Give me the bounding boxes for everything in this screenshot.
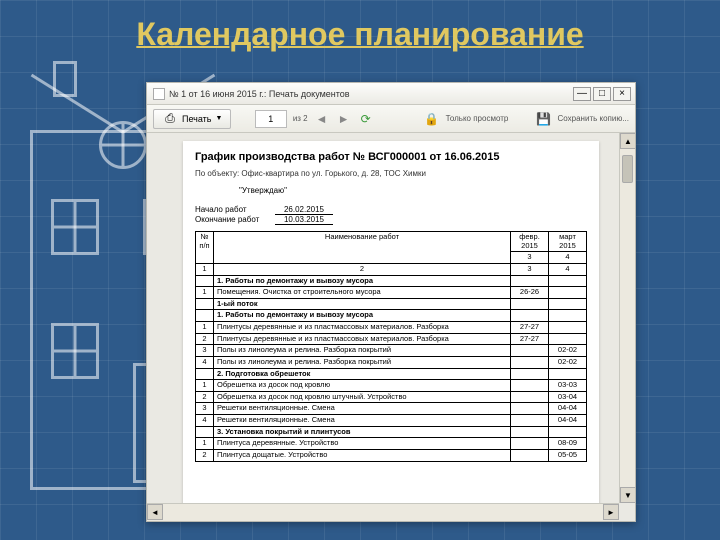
save-as-label[interactable]: Сохранить копию... <box>558 114 629 123</box>
print-button[interactable]: ⎙ Печать ▼ <box>153 109 231 129</box>
readonly-icon: 🔒 <box>424 111 440 127</box>
table-row: 1-ый поток <box>196 298 587 310</box>
table-row: 1Обрешетка из досок под кровлю03-03 <box>196 380 587 392</box>
horizontal-scrollbar[interactable]: ◄ ► <box>147 503 619 521</box>
prev-page-icon[interactable]: ◄ <box>314 111 330 127</box>
printer-icon: ⎙ <box>162 111 178 127</box>
schedule-table: № п/п Наименование работ февр. 2015 март… <box>195 231 587 462</box>
table-row: 4Полы из линолеума и релина. Разборка по… <box>196 356 587 368</box>
object-line: По объекту: Офис-квартира по ул. Горьког… <box>195 169 587 178</box>
col-sub3: 3 <box>511 252 549 264</box>
table-row: 1Плинтусы деревянные и из пластмассовых … <box>196 322 587 334</box>
table-row: 1. Работы по демонтажу и вывозу мусора <box>196 310 587 322</box>
scroll-right-icon[interactable]: ► <box>603 504 619 520</box>
app-icon <box>153 88 165 100</box>
col-month2: март 2015 <box>549 232 587 252</box>
table-row: 1. Работы по демонтажу и вывозу мусора <box>196 275 587 287</box>
table-row: 3Решетки вентиляционные. Смена04-04 <box>196 403 587 415</box>
hdr-2: 2 <box>214 263 511 275</box>
refresh-icon[interactable]: ⟳ <box>358 111 374 127</box>
table-row: 3Полы из линолеума и релина. Разборка по… <box>196 345 587 357</box>
print-preview-window: № 1 от 16 июня 2015 г.: Печать документо… <box>146 82 636 522</box>
table-row: 3. Установка покрытий и плинтусов <box>196 426 587 438</box>
start-label: Начало работ <box>195 205 275 215</box>
approve-stamp: "Утверждаю" <box>239 186 587 195</box>
slide-title: Календарное планирование <box>0 16 720 53</box>
titlebar[interactable]: № 1 от 16 июня 2015 г.: Печать документо… <box>147 83 635 105</box>
window-title: № 1 от 16 июня 2015 г.: Печать документо… <box>169 89 571 99</box>
scroll-left-icon[interactable]: ◄ <box>147 504 163 520</box>
col-month1: февр. 2015 <box>511 232 549 252</box>
maximize-button[interactable]: □ <box>593 87 611 101</box>
hdr-1: 1 <box>196 263 214 275</box>
next-page-icon[interactable]: ► <box>336 111 352 127</box>
end-date: 10.03.2015 <box>275 215 333 225</box>
toolbar: ⎙ Печать ▼ из 2 ◄ ► ⟳ 🔒 Только просмотр … <box>147 105 635 133</box>
table-row: 4Решетки вентиляционные. Смена04-04 <box>196 415 587 427</box>
col-name: Наименование работ <box>214 232 511 264</box>
chevron-down-icon: ▼ <box>215 115 222 122</box>
hdr-4: 4 <box>549 263 587 275</box>
hdr-3: 3 <box>511 263 549 275</box>
table-row: 2Плинтуса дощатые. Устройство05-05 <box>196 449 587 461</box>
document-page: График производства работ № ВСГ000001 от… <box>183 141 599 521</box>
vertical-scrollbar[interactable]: ▲ ▼ <box>619 133 635 503</box>
page-count-label: из 2 <box>293 114 308 123</box>
save-icon[interactable]: 💾 <box>536 111 552 127</box>
table-row: 2Обрешетка из досок под кровлю штучный. … <box>196 391 587 403</box>
scroll-thumb[interactable] <box>622 155 633 183</box>
scroll-down-icon[interactable]: ▼ <box>620 487 635 503</box>
end-label: Окончание работ <box>195 215 275 225</box>
readonly-label: Только просмотр <box>446 114 509 123</box>
start-date: 26.02.2015 <box>275 205 333 215</box>
table-row: 2Плинтусы деревянные и из пластмассовых … <box>196 333 587 345</box>
close-button[interactable]: × <box>613 87 631 101</box>
minimize-button[interactable]: — <box>573 87 591 101</box>
print-label: Печать <box>182 114 211 124</box>
table-row: 1Плинтуса деревянные. Устройство08-09 <box>196 438 587 450</box>
page-number-input[interactable] <box>255 110 287 128</box>
table-row: 2. Подготовка обрешеток <box>196 368 587 380</box>
table-row: 1Помещения. Очистка от строительного мус… <box>196 287 587 299</box>
scroll-up-icon[interactable]: ▲ <box>620 133 635 149</box>
document-viewport[interactable]: График производства работ № ВСГ000001 от… <box>147 133 635 521</box>
col-sub4: 4 <box>549 252 587 264</box>
col-num: № п/п <box>196 232 214 264</box>
doc-title: График производства работ № ВСГ000001 от… <box>195 151 587 163</box>
